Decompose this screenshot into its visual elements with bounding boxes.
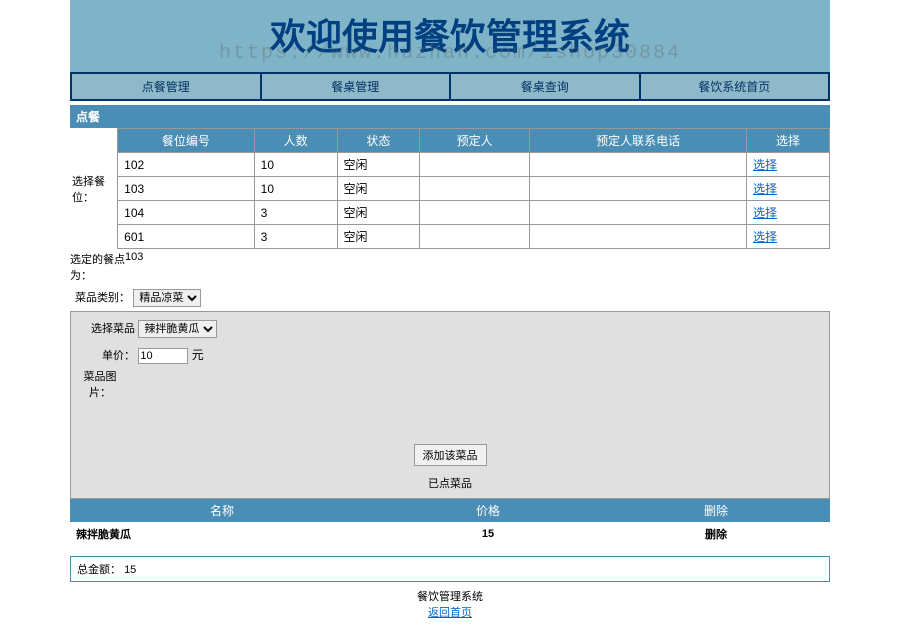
table-cell (420, 225, 530, 249)
table-cell (420, 201, 530, 225)
col-status: 状态 (337, 129, 420, 153)
category-label: 菜品类别： (70, 289, 130, 305)
table-row: 10210空闲 选择 (118, 153, 830, 177)
col-booker: 预定人 (420, 129, 530, 153)
header-banner: 欢迎使用餐饮管理系统 https://www.huzhan.com/ishop3… (70, 0, 830, 72)
seat-table-header: 餐位编号 人数 状态 预定人 预定人联系电话 选择 (118, 129, 830, 153)
table-cell: 空闲 (337, 177, 420, 201)
ordered-price: 15 (374, 522, 602, 546)
table-cell: 10 (254, 177, 337, 201)
nav-table-mgmt[interactable]: 餐桌管理 (262, 74, 452, 99)
dish-image-label: 菜品图片： (75, 368, 125, 438)
table-cell (530, 177, 747, 201)
select-seat-link[interactable]: 选择 (753, 206, 777, 220)
table-cell (530, 201, 747, 225)
total-value: 15 (124, 564, 136, 576)
section-title: 点餐 (70, 105, 830, 128)
dish-select[interactable]: 辣拌脆黄瓜 (138, 320, 217, 338)
table-cell (420, 177, 530, 201)
ordered-table: 名称 价格 删除 辣拌脆黄瓜15删除 (70, 499, 830, 546)
table-cell (420, 153, 530, 177)
table-row: 1043空闲 选择 (118, 201, 830, 225)
table-cell: 102 (118, 153, 255, 177)
ordered-name: 辣拌脆黄瓜 (70, 522, 374, 546)
col-seat-id: 餐位编号 (118, 129, 255, 153)
table-cell: 空闲 (337, 153, 420, 177)
ordered-row: 辣拌脆黄瓜15删除 (70, 522, 830, 546)
table-cell: 601 (118, 225, 255, 249)
table-cell: 10 (254, 153, 337, 177)
table-cell: 3 (254, 201, 337, 225)
select-seat-link[interactable]: 选择 (753, 182, 777, 196)
footer-home-link[interactable]: 返回首页 (428, 607, 472, 619)
select-seat-link[interactable]: 选择 (753, 230, 777, 244)
seat-table: 餐位编号 人数 状态 预定人 预定人联系电话 选择 10210空闲选择10310… (117, 128, 830, 249)
category-select[interactable]: 精品凉菜 (133, 289, 201, 307)
dish-label: 选择菜品 (75, 320, 135, 336)
table-cell: 104 (118, 201, 255, 225)
nav-table-query[interactable]: 餐桌查询 (451, 74, 641, 99)
ordered-col-name: 名称 (70, 499, 374, 522)
table-cell (530, 225, 747, 249)
table-cell: 3 (254, 225, 337, 249)
table-cell: 空闲 (337, 225, 420, 249)
total-label: 总金额： (77, 564, 121, 576)
select-seat-label: 选择餐位： (70, 128, 117, 249)
table-row: 6013空闲 选择 (118, 225, 830, 249)
price-input[interactable] (138, 348, 188, 364)
nav-home[interactable]: 餐饮系统首页 (641, 74, 829, 99)
table-cell (530, 153, 747, 177)
watermark-text: https://www.huzhan.com/ishop30884 (219, 42, 681, 65)
nav-bar: 点餐管理 餐桌管理 餐桌查询 餐饮系统首页 (70, 72, 830, 101)
add-dish-button[interactable]: 添加该菜品 (414, 444, 487, 466)
table-row: 10310空闲 选择 (118, 177, 830, 201)
ordered-dishes-label: 已点菜品 (75, 472, 825, 494)
ordered-col-delete: 删除 (602, 499, 830, 522)
select-seat-link[interactable]: 选择 (753, 158, 777, 172)
ordered-col-price: 价格 (374, 499, 602, 522)
table-cell: 空闲 (337, 201, 420, 225)
col-people: 人数 (254, 129, 337, 153)
price-label: 单价： (75, 347, 135, 363)
col-phone: 预定人联系电话 (530, 129, 747, 153)
selected-seat-label: 选定的餐点为： (70, 251, 125, 283)
delete-link[interactable]: 删除 (602, 522, 830, 546)
selected-seat-value: 103 (125, 251, 143, 283)
nav-order-mgmt[interactable]: 点餐管理 (72, 74, 262, 99)
col-select: 选择 (747, 129, 830, 153)
table-cell: 103 (118, 177, 255, 201)
price-unit: 元 (192, 348, 204, 362)
footer-text: 餐饮管理系统 (70, 588, 830, 604)
